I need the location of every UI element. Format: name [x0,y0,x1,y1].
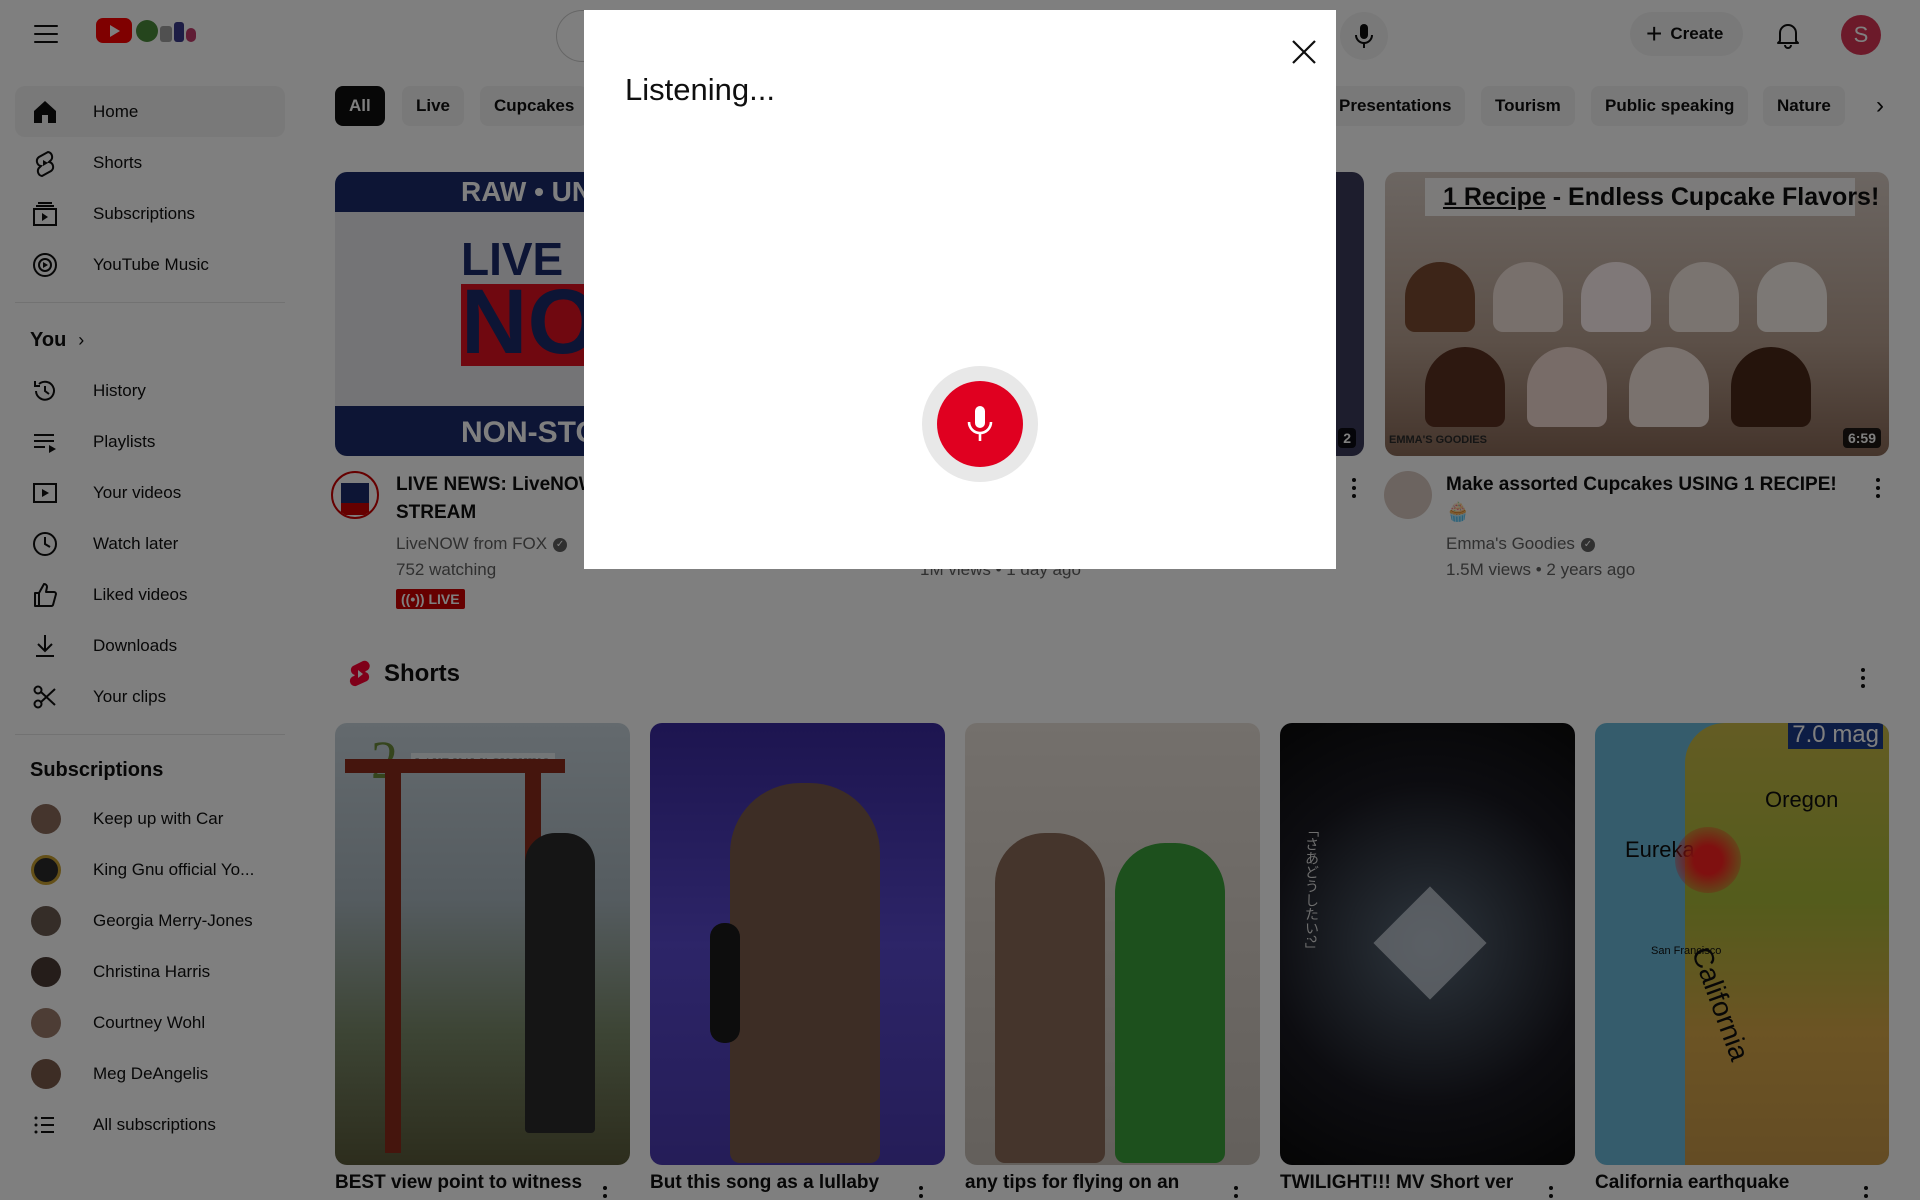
close-button[interactable] [1284,32,1324,72]
dialog-title: Listening... [625,72,775,107]
microphone-icon [967,406,993,441]
voice-mic-button[interactable] [922,366,1038,482]
voice-search-dialog: Listening... [584,10,1336,569]
close-icon [1292,40,1316,64]
voice-mic-core [937,381,1023,467]
